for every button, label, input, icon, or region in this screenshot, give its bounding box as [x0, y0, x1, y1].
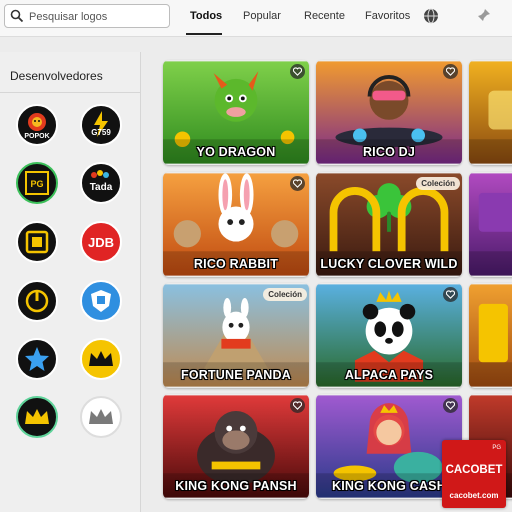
provider-crown-logo[interactable]: [80, 396, 122, 438]
watermark-brand: CACOBET: [445, 464, 503, 476]
game-title: RICO DJ: [362, 145, 416, 159]
game-title: RICO RABBIT: [193, 257, 279, 271]
game-card[interactable]: ALPACA PAYS: [316, 283, 462, 388]
tab-todos[interactable]: Todos: [190, 10, 222, 22]
watermark-logo: PG CACOBET cacobet.com: [442, 440, 506, 508]
game-card[interactable]: YO DRAGON: [163, 60, 309, 165]
search-icon: [10, 9, 24, 23]
tab-recente[interactable]: Recente: [304, 10, 345, 22]
game-title: FORTUNE PANDA: [180, 368, 291, 382]
provider-crown-logo[interactable]: [16, 396, 58, 438]
provider-star-logo[interactable]: [16, 338, 58, 380]
tab-favoritos[interactable]: Favoritos: [365, 10, 410, 22]
globe-icon[interactable]: [423, 8, 439, 24]
game-title: KING KONG CASH: [332, 479, 446, 493]
provider-tada-logo[interactable]: Tada: [80, 162, 122, 204]
tab-popular[interactable]: Popular: [243, 10, 281, 22]
heart-icon[interactable]: [443, 64, 458, 79]
collection-badge: Coleción: [416, 177, 460, 190]
provider-crown-logo[interactable]: [80, 338, 122, 380]
game-title: ALPACA PAYS: [344, 368, 434, 382]
watermark-site: cacobet.com: [449, 491, 499, 500]
heart-icon[interactable]: [290, 176, 305, 191]
provider-pg-logo[interactable]: PG: [16, 162, 58, 204]
game-card[interactable]: FORTUNE PANDA Coleción: [163, 283, 309, 388]
search-input[interactable]: [27, 7, 169, 27]
provider-shield-logo[interactable]: [80, 280, 122, 322]
active-tab-indicator: [186, 33, 222, 35]
game-card[interactable]: MORA: [469, 172, 512, 277]
game-title: LUCKY CLOVER WILD: [320, 257, 458, 271]
pin-icon[interactable]: [477, 8, 491, 22]
game-title: GE: [469, 368, 512, 382]
game-card[interactable]: GE: [469, 283, 512, 388]
heart-icon[interactable]: [290, 64, 305, 79]
svg-text:G759: G759: [91, 128, 111, 137]
game-title: MORA: [469, 257, 512, 271]
provider-jdb-logo[interactable]: JDB: [80, 221, 122, 263]
game-card[interactable]: LUCKY CLOVER WILD Coleción: [316, 172, 462, 277]
game-title: YO DRAGON: [196, 145, 276, 159]
watermark-tag: PG: [492, 445, 501, 451]
heart-icon[interactable]: [290, 398, 305, 413]
svg-text:JDB: JDB: [88, 235, 114, 250]
game-card[interactable]: KING KONG PANSH: [163, 394, 309, 499]
svg-text:Tada: Tada: [90, 182, 113, 193]
sidebar: Desenvolvedores POPOK G759 PG Tada JDB: [0, 52, 141, 512]
provider-power-logo[interactable]: [16, 280, 58, 322]
game-title: CU: [469, 145, 512, 159]
heart-icon[interactable]: [443, 398, 458, 413]
top-bar: Todos Popular Recente Favoritos: [0, 0, 512, 37]
provider-gold-box-logo[interactable]: [16, 221, 58, 263]
game-card[interactable]: RICO DJ: [316, 60, 462, 165]
provider-g759-logo[interactable]: G759: [80, 104, 122, 146]
sidebar-title: Desenvolvedores: [10, 69, 103, 83]
game-card[interactable]: KING KONG CASH: [316, 394, 462, 499]
divider: [0, 92, 140, 93]
search-box[interactable]: [4, 4, 170, 28]
game-card[interactable]: RICO RABBIT: [163, 172, 309, 277]
provider-popok-logo[interactable]: POPOK: [16, 104, 58, 146]
game-title: KING KONG PANSH: [175, 479, 297, 493]
collection-badge: Coleción: [263, 288, 307, 301]
game-card[interactable]: CU: [469, 60, 512, 165]
svg-text:PG: PG: [30, 179, 43, 189]
heart-icon[interactable]: [443, 287, 458, 302]
svg-text:POPOK: POPOK: [24, 133, 49, 140]
